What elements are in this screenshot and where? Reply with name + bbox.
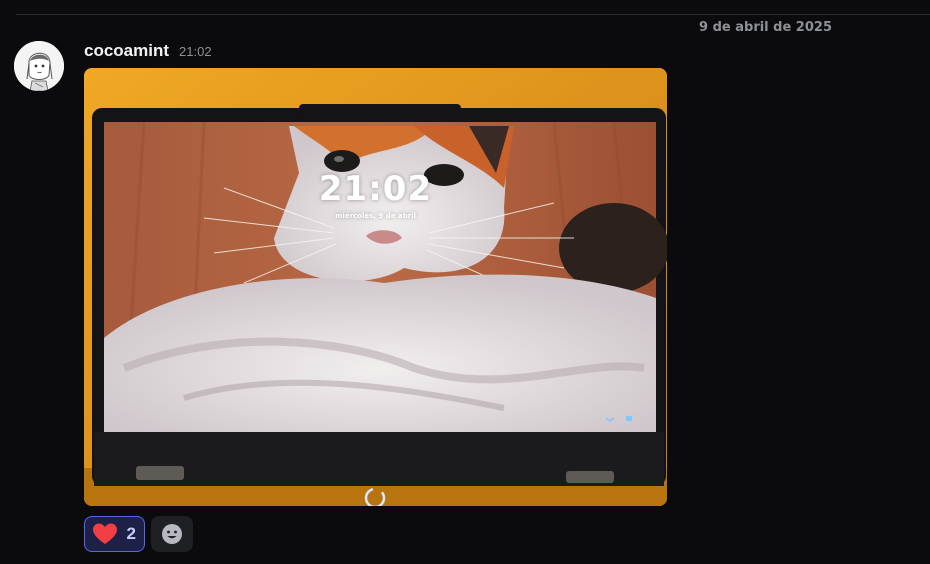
date-divider-label: 9 de abril de 2025 (693, 19, 838, 37)
add-reaction-smiley-icon (162, 524, 182, 544)
laptop-cat-photo (84, 68, 667, 506)
chat-messages: 9 de abril de 2025 cocoamint 21:02 21:02… (0, 0, 930, 564)
message-timestamp: 21:02 (179, 44, 212, 59)
heart-reaction-button[interactable]: 2 (84, 516, 145, 552)
add-reaction-button[interactable] (151, 516, 193, 552)
heart-reaction-count: 2 (126, 524, 136, 543)
avatar[interactable] (14, 41, 64, 91)
reactions-bar: 2 (84, 516, 193, 552)
anime-girl-avatar-icon (14, 41, 64, 91)
lock-screen-date: miércoles, 9 de abril (335, 212, 416, 220)
lock-screen-time: 21:02 (318, 169, 433, 209)
image-attachment[interactable]: 21:02 miércoles, 9 de abril (84, 68, 667, 506)
message-author[interactable]: cocoamint (84, 41, 169, 61)
message-header: cocoamint 21:02 (84, 41, 212, 63)
heart-icon (93, 523, 117, 544)
date-divider: 9 de abril de 2025 (16, 14, 930, 37)
